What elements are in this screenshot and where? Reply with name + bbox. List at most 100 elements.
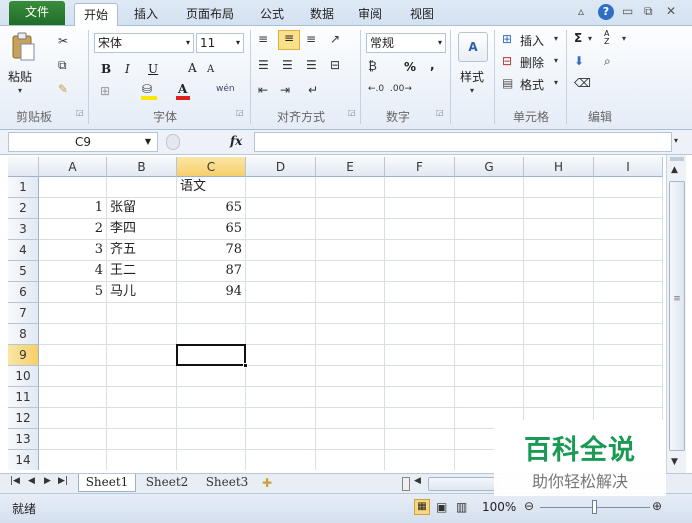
cell-f8[interactable]: [385, 324, 455, 345]
number-launcher-icon[interactable]: ◲: [436, 108, 444, 117]
cell-a12[interactable]: [39, 408, 107, 429]
cell-b3[interactable]: 李四: [107, 219, 177, 240]
cell-g1[interactable]: [455, 177, 524, 198]
cell-b7[interactable]: [107, 303, 177, 324]
cell-c11[interactable]: [177, 387, 246, 408]
increase-decimal-icon[interactable]: ←.0: [368, 84, 384, 94]
font-size-select[interactable]: 11 ▾: [196, 33, 244, 53]
cell-e10[interactable]: [316, 366, 385, 387]
cell-e3[interactable]: [316, 219, 385, 240]
cell-h9[interactable]: [524, 345, 594, 366]
cell-b13[interactable]: [107, 429, 177, 450]
format-dropdown-icon[interactable]: ▾: [554, 78, 558, 87]
row-header-5[interactable]: 5: [8, 261, 39, 282]
next-sheet-icon[interactable]: ▶: [44, 476, 51, 486]
cell-f6[interactable]: [385, 282, 455, 303]
grow-font-button[interactable]: A: [188, 61, 197, 75]
decrease-decimal-icon[interactable]: .00→: [390, 84, 412, 94]
cell-f7[interactable]: [385, 303, 455, 324]
cell-c6[interactable]: 94: [177, 282, 246, 303]
cell-d4[interactable]: [246, 240, 316, 261]
insert-sheet-icon[interactable]: ✚: [262, 476, 272, 490]
row-header-4[interactable]: 4: [8, 240, 39, 261]
cell-h2[interactable]: [524, 198, 594, 219]
scroll-up-icon[interactable]: ▲: [671, 165, 678, 175]
font-launcher-icon[interactable]: ◲: [236, 108, 244, 117]
autosum-button[interactable]: Σ: [574, 31, 582, 45]
styles-dropdown-icon[interactable]: ▾: [470, 86, 474, 95]
cell-f1[interactable]: [385, 177, 455, 198]
cell-d6[interactable]: [246, 282, 316, 303]
column-header-g[interactable]: G: [455, 157, 524, 177]
format-cells-icon[interactable]: ▤: [502, 76, 513, 90]
tab-view[interactable]: 视图: [404, 3, 440, 26]
cell-b9[interactable]: [107, 345, 177, 366]
format-painter-icon[interactable]: ✎: [58, 82, 68, 96]
row-header-8[interactable]: 8: [8, 324, 39, 345]
row-header-12[interactable]: 12: [8, 408, 39, 429]
cell-d3[interactable]: [246, 219, 316, 240]
cell-b14[interactable]: [107, 450, 177, 470]
insert-function-button[interactable]: fx: [230, 134, 242, 148]
copy-icon[interactable]: ⧉: [58, 58, 67, 73]
cell-h6[interactable]: [524, 282, 594, 303]
cell-c13[interactable]: [177, 429, 246, 450]
number-format-select[interactable]: 常规 ▾: [366, 33, 446, 53]
cell-e14[interactable]: [316, 450, 385, 470]
scroll-left-icon[interactable]: ◀: [414, 476, 421, 486]
row-header-3[interactable]: 3: [8, 219, 39, 240]
cell-i3[interactable]: [594, 219, 663, 240]
horizontal-scroll-thumb[interactable]: [428, 477, 498, 491]
page-layout-view-icon[interactable]: ▣: [436, 500, 447, 514]
sort-filter-button[interactable]: A Z: [604, 30, 616, 46]
cell-f9[interactable]: [385, 345, 455, 366]
cell-d10[interactable]: [246, 366, 316, 387]
restore-window-icon[interactable]: ⧉: [644, 4, 653, 19]
cell-i8[interactable]: [594, 324, 663, 345]
tab-insert[interactable]: 插入: [128, 3, 164, 26]
scroll-down-icon[interactable]: ▼: [671, 457, 678, 467]
row-header-2[interactable]: 2: [8, 198, 39, 219]
borders-icon[interactable]: ⊞: [100, 84, 110, 98]
column-header-b[interactable]: B: [107, 157, 177, 177]
column-header-d[interactable]: D: [246, 157, 316, 177]
cell-f13[interactable]: [385, 429, 455, 450]
page-break-view-icon[interactable]: ▥: [456, 500, 467, 514]
format-cells-button[interactable]: 格式: [520, 76, 544, 93]
phonetic-button[interactable]: wén: [216, 84, 235, 94]
expand-formula-bar-icon[interactable]: ▾: [674, 136, 678, 145]
row-header-9[interactable]: 9: [8, 345, 39, 366]
cell-g11[interactable]: [455, 387, 524, 408]
paste-icon[interactable]: [10, 32, 36, 62]
cell-c12[interactable]: [177, 408, 246, 429]
name-box[interactable]: C9 ▼: [8, 132, 158, 152]
clipboard-launcher-icon[interactable]: ◲: [76, 108, 84, 117]
fill-icon[interactable]: ⬇: [574, 54, 584, 68]
first-sheet-icon[interactable]: |◀: [10, 476, 20, 486]
delete-cells-icon[interactable]: ⊟: [502, 54, 512, 68]
styles-icon[interactable]: A: [458, 32, 488, 62]
cell-e8[interactable]: [316, 324, 385, 345]
prev-sheet-icon[interactable]: ◀: [28, 476, 35, 486]
scroll-thumb[interactable]: ≡: [669, 181, 685, 451]
zoom-slider-thumb[interactable]: [592, 500, 597, 514]
percent-button[interactable]: %: [404, 60, 416, 74]
cell-g7[interactable]: [455, 303, 524, 324]
tab-data[interactable]: 数据: [304, 3, 340, 26]
cell-b12[interactable]: [107, 408, 177, 429]
cell-c8[interactable]: [177, 324, 246, 345]
cell-a1[interactable]: [39, 177, 107, 198]
comma-button[interactable]: ,: [430, 58, 435, 72]
cell-d2[interactable]: [246, 198, 316, 219]
font-name-select[interactable]: 宋体 ▾: [94, 33, 194, 53]
cell-b8[interactable]: [107, 324, 177, 345]
tab-home[interactable]: 开始: [74, 3, 118, 27]
align-middle-icon[interactable]: ≡: [278, 30, 300, 50]
last-sheet-icon[interactable]: ▶|: [58, 476, 68, 486]
underline-button[interactable]: U: [148, 62, 158, 76]
cell-d5[interactable]: [246, 261, 316, 282]
bold-button[interactable]: B: [101, 62, 111, 76]
tab-split-handle[interactable]: [402, 477, 410, 491]
split-box[interactable]: [670, 157, 684, 161]
cell-a13[interactable]: [39, 429, 107, 450]
